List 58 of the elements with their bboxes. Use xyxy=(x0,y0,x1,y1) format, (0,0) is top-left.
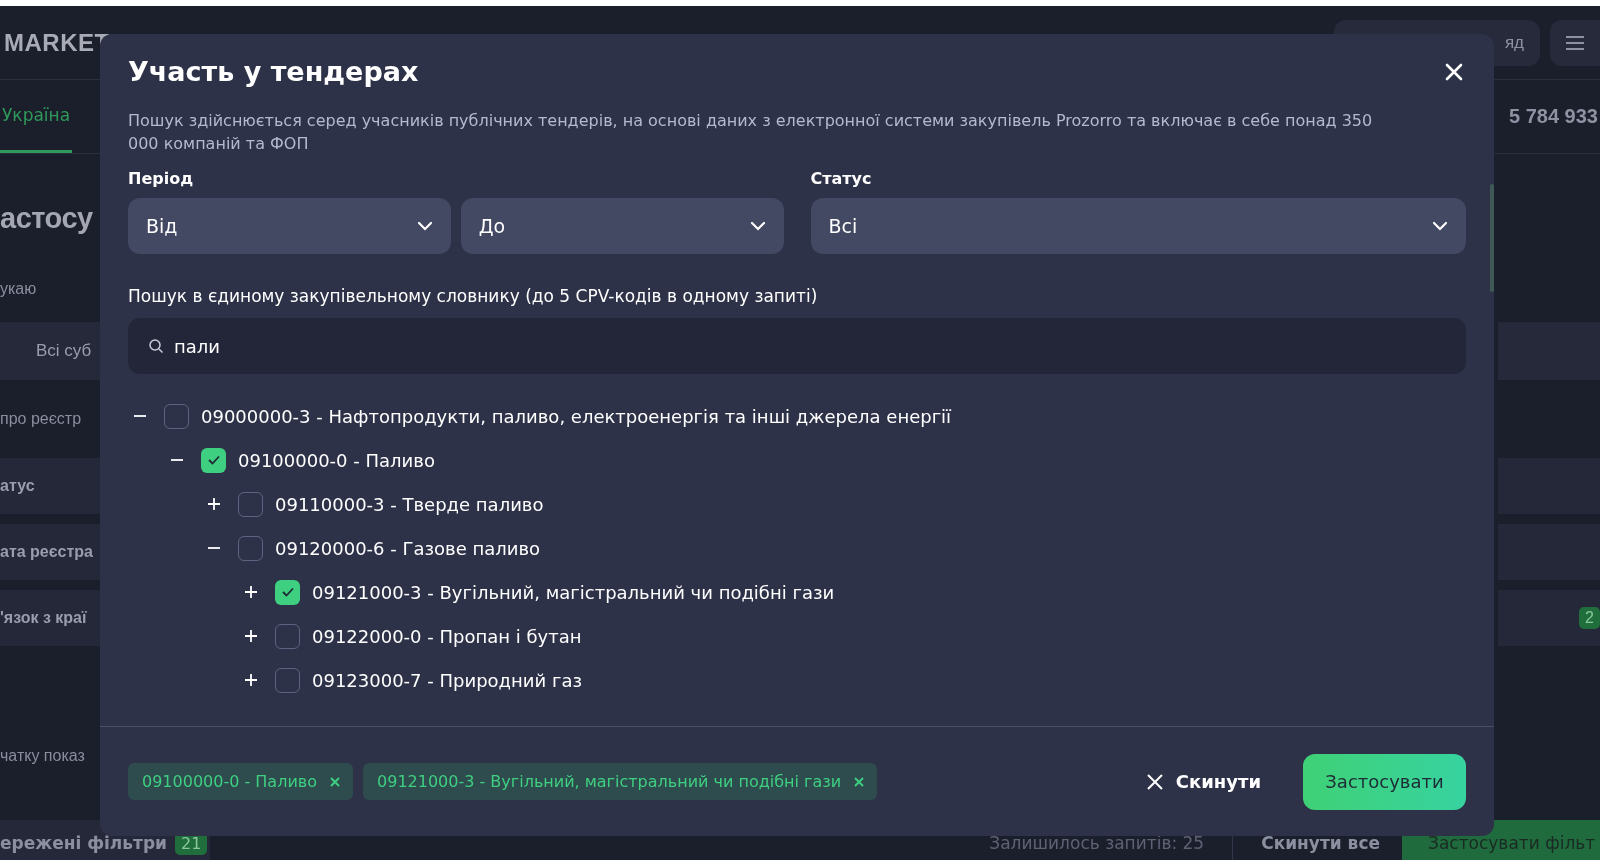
selected-code-chip: 09121000-3 - Вугільний, магістральний чи подібні гази xyxy=(363,763,878,800)
search-label: Пошук в єдиному закупівельному словнику (до 5 CPV-кодів в одному запиті) xyxy=(128,286,819,306)
region-tab[interactable]: Україна xyxy=(0,80,72,153)
filter-row[interactable]: ата реєстра xyxy=(0,524,100,580)
apply-button[interactable]: Застосувати xyxy=(1303,753,1466,810)
search-field[interactable]: пали xyxy=(128,318,1466,374)
chevron-down-icon xyxy=(1432,221,1448,231)
company-counter: 5 784 933 xyxy=(1509,104,1599,129)
close-icon xyxy=(1445,62,1463,81)
plus-icon xyxy=(244,629,258,643)
tree-item-label[interactable]: 09121000-3 - Вугільний, магістральний чи подібні гази xyxy=(312,581,835,603)
tree-item-label[interactable]: 09100000-0 - Паливо xyxy=(238,449,435,471)
field-label: Статус xyxy=(810,169,873,188)
check-icon xyxy=(207,455,220,465)
remove-icon[interactable] xyxy=(329,775,341,788)
search-icon xyxy=(148,338,164,354)
to-select[interactable]: До xyxy=(460,198,784,254)
checkbox[interactable] xyxy=(275,623,300,649)
menu-button[interactable] xyxy=(1550,19,1600,66)
scrollbar[interactable] xyxy=(1490,184,1494,292)
saved-filters-label: ережені фільтри xyxy=(0,833,167,853)
close-icon xyxy=(1145,772,1164,791)
checkbox[interactable] xyxy=(164,403,189,429)
filter-text: укаю xyxy=(0,280,37,298)
tree-item-label[interactable]: 09120000-6 - Газове паливо xyxy=(275,537,541,559)
registry-text: про реєстр xyxy=(0,410,82,428)
checkbox[interactable] xyxy=(238,535,263,561)
chevron-down-icon xyxy=(416,221,433,231)
plus-icon xyxy=(244,585,258,599)
dialog-description: Пошук здійснюється серед учасників публічних тендерів, на основі даних з електронної системи закупівель Prozorro та включає в себе понад 350 000 компаній та ФОП xyxy=(128,110,1374,155)
dialog-title: Участь у тендерах xyxy=(128,56,419,87)
search-input[interactable]: пали xyxy=(174,335,1446,357)
remaining-requests: Залишилось запитів: 25 xyxy=(989,833,1206,853)
menu-icon xyxy=(1565,34,1585,51)
checkbox[interactable] xyxy=(275,579,300,605)
selected-code-chip: 09100000-0 - Паливо xyxy=(128,763,353,800)
filter-row[interactable]: 'язок з краї xyxy=(0,590,100,646)
filter-row[interactable]: атус xyxy=(0,458,100,514)
plus-icon xyxy=(244,673,258,687)
remove-icon[interactable] xyxy=(853,775,866,788)
tree-item-label[interactable]: 09000000-3 - Нафтопродукти, паливо, електроенергія та інші джерела енергії xyxy=(201,405,952,427)
status-select[interactable]: Всі xyxy=(810,198,1466,254)
tree-item-label[interactable]: 09123000-7 - Природний газ xyxy=(312,669,582,691)
display-text: чатку показ xyxy=(0,747,85,765)
chevron-down-icon xyxy=(749,221,766,231)
tree-item-label[interactable]: 09122000-0 - Пропан і бутан xyxy=(312,625,582,647)
field-label: Період xyxy=(128,169,195,188)
from-select[interactable]: Від xyxy=(128,198,451,254)
check-icon xyxy=(281,587,294,597)
count-badge: 2 xyxy=(1579,607,1600,629)
checkbox[interactable] xyxy=(201,447,226,473)
tree-item-label[interactable]: 09110000-3 - Тверде паливо xyxy=(275,493,544,515)
checkbox[interactable] xyxy=(238,491,263,517)
reset-button[interactable]: Скинути xyxy=(1139,770,1267,793)
plus-icon xyxy=(207,497,221,511)
checkbox[interactable] xyxy=(275,667,300,693)
subject-select[interactable]: Всі суб xyxy=(0,322,100,380)
page-heading: астосу xyxy=(0,201,93,235)
